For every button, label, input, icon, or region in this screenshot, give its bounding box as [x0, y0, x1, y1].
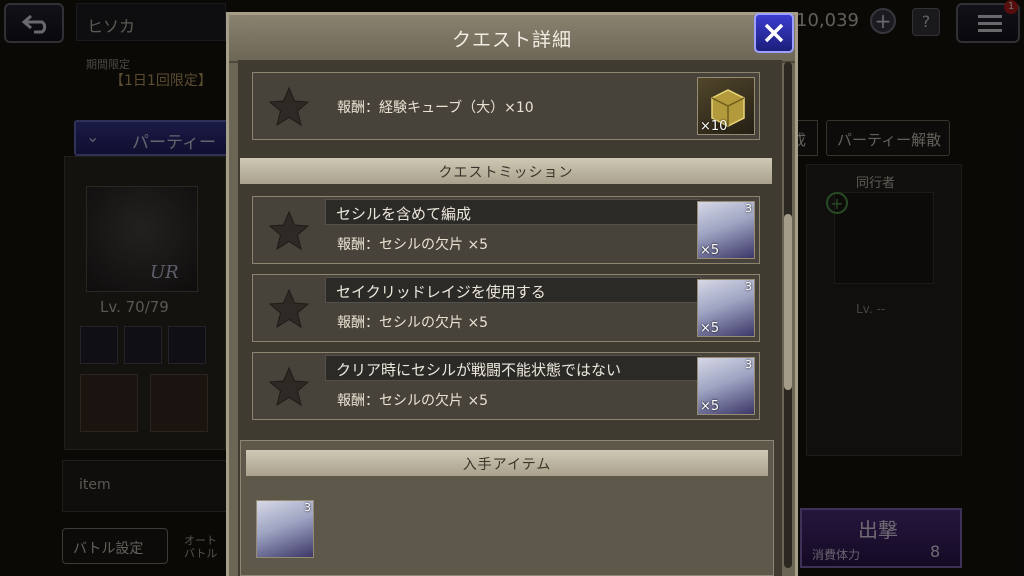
equip-slot[interactable]: [124, 326, 162, 364]
reward-quantity: ×10: [700, 119, 728, 134]
stamina-value: 8: [930, 542, 941, 561]
companion-slot[interactable]: [834, 192, 934, 284]
mission-title: セイクリッドレイジを使用する: [336, 283, 546, 301]
stamina-label: 消費体力: [812, 548, 861, 562]
shard-corner-number: 3: [745, 202, 752, 215]
mission-title: クリア時にセシルが戦闘不能状態ではない: [336, 361, 622, 379]
auto-battle-label[interactable]: オート バトル: [184, 534, 217, 560]
mission-title: セシルを含めて編成: [336, 205, 472, 223]
limited-text: 【1日1回限定】: [110, 73, 212, 89]
mission-reward: 報酬：セシルの欠片 ×5: [337, 237, 489, 253]
modal-header: クエスト詳細: [229, 15, 795, 63]
reward-quantity: ×5: [700, 321, 720, 336]
missions-header-label: クエストミッション: [438, 165, 574, 181]
character-level: Lv. 70/79: [100, 298, 169, 316]
gem-count: 10,039: [796, 10, 859, 31]
quest-reward-card: 報酬：経験キューブ（大）×10 ×10: [252, 72, 760, 140]
summon-slot[interactable]: [80, 374, 138, 432]
item-bar[interactable]: item: [62, 460, 234, 512]
star-icon: [268, 366, 310, 407]
mission-reward: 報酬：セシルの欠片 ×5: [337, 393, 489, 409]
close-icon: [764, 23, 784, 43]
cecil-shard-icon: 3 ×5: [697, 357, 755, 415]
scrollbar-thumb[interactable]: [784, 214, 792, 390]
star-icon: [268, 86, 310, 127]
shard-corner-number: 3: [745, 358, 752, 371]
exp-cube-icon: ×10: [697, 77, 755, 135]
back-button[interactable]: [4, 3, 64, 43]
mission-card: セイクリッドレイジを使用する 報酬：セシルの欠片 ×5 3 ×5: [252, 274, 760, 342]
rarity-badge: UR: [150, 262, 179, 283]
obtained-items-header: 入手アイテム: [246, 450, 768, 476]
reward-quantity: ×5: [700, 243, 720, 258]
battle-settings-label: バトル設定: [73, 541, 144, 557]
star-icon: [268, 288, 310, 329]
add-companion-icon[interactable]: +: [826, 192, 848, 214]
missions-header: クエストミッション: [240, 158, 772, 184]
chevron-down-icon: ⌄: [86, 127, 100, 146]
companion-label: 同行者: [856, 176, 896, 191]
equip-slot[interactable]: [80, 326, 118, 364]
notification-badge: 1: [1004, 0, 1018, 14]
back-arrow-icon: [22, 14, 47, 34]
star-icon: [268, 210, 310, 251]
cecil-shard-icon: 3 ×5: [697, 201, 755, 259]
mission-title-box: セイクリッドレイジを使用する: [325, 277, 701, 303]
help-button[interactable]: ?: [912, 8, 940, 36]
obtained-items-label: 入手アイテム: [462, 457, 552, 473]
sortie-button[interactable]: 出撃 消費体力 8: [800, 508, 962, 568]
cecil-shard-icon: 3 ×5: [697, 279, 755, 337]
mission-reward: 報酬：セシルの欠片 ×5: [337, 315, 489, 331]
party-title: パーティー: [132, 133, 216, 153]
mission-title-box: クリア時にセシルが戦闘不能状態ではない: [325, 355, 701, 381]
dissolve-party-button[interactable]: パーティー解散: [826, 120, 950, 156]
shard-corner-number: 3: [745, 280, 752, 293]
item-label: item: [79, 477, 111, 493]
companion-level: Lv. --: [856, 302, 886, 316]
character-portrait[interactable]: [86, 186, 198, 292]
close-button[interactable]: [754, 13, 794, 53]
item-corner-number: 3: [304, 501, 311, 514]
mission-card: セシルを含めて編成 報酬：セシルの欠片 ×5 3 ×5: [252, 196, 760, 264]
dissolve-party-label: パーティー解散: [837, 131, 942, 149]
equip-slot[interactable]: [168, 326, 206, 364]
obtained-item-icon[interactable]: 3: [256, 500, 314, 558]
player-name: ヒソカ: [87, 17, 136, 36]
add-gems-button[interactable]: +: [870, 8, 896, 34]
reward-quantity: ×5: [700, 399, 720, 414]
summon-slot[interactable]: [150, 374, 208, 432]
battle-settings-button[interactable]: バトル設定: [62, 528, 168, 564]
player-name-box: ヒソカ: [76, 3, 226, 41]
mission-title-box: セシルを含めて編成: [325, 199, 701, 225]
sortie-label: 出撃: [858, 518, 898, 542]
mission-card: クリア時にセシルが戦闘不能状態ではない 報酬：セシルの欠片 ×5 3 ×5: [252, 352, 760, 420]
party-selector[interactable]: ⌄ パーティー: [74, 120, 234, 156]
modal-title: クエスト詳細: [451, 29, 572, 51]
quest-reward-text: 報酬：経験キューブ（大）×10: [337, 100, 534, 116]
